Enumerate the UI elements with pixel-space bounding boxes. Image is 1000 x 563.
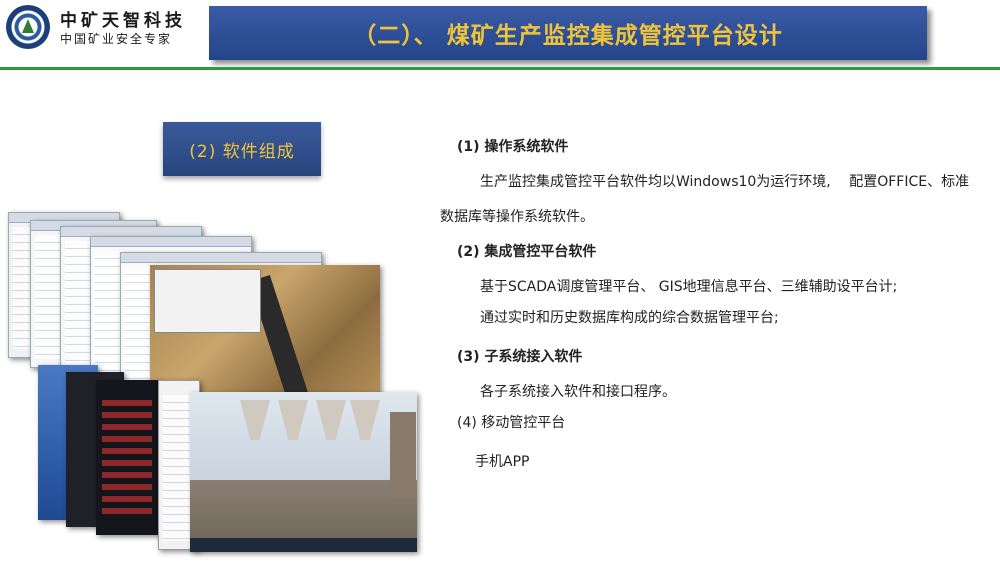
company-name: 中矿天智科技 [60, 11, 186, 31]
screenshot-3d-plant-view [190, 392, 417, 552]
slide-title: （二）、 煤矿生产监控集成管控平台设计 [353, 23, 783, 49]
item4-line1: 手机APP [475, 454, 530, 470]
company-logo [6, 5, 50, 49]
item2-line1: 基于SCADA调度管理平台、 GIS地理信息平台、三维辅助设平台计; [480, 279, 898, 295]
item1-line2: 数据库等操作系统软件。 [440, 209, 594, 225]
item3-heading: (3) 子系统接入软件 [457, 349, 583, 365]
item1-line1: 生产监控集成管控平台软件均以Windows10为运行环境, 配置OFFICE、标… [480, 174, 970, 190]
item2-line2: 通过实时和历史数据库构成的综合数据管理平台; [480, 310, 779, 326]
item3-line1: 各子系统接入软件和接口程序。 [480, 384, 676, 400]
section-label-box: (2) 软件组成 [163, 122, 321, 176]
header-divider [0, 67, 1000, 70]
item4-heading: (4) 移动管控平台 [457, 415, 566, 431]
item1-heading: (1) 操作系统软件 [457, 139, 569, 155]
company-slogan: 中国矿业安全专家 [60, 32, 173, 46]
section-label: (2) 软件组成 [189, 141, 295, 162]
item2-heading: (2) 集成管控平台软件 [457, 244, 597, 260]
title-banner: （二）、 煤矿生产监控集成管控平台设计 [209, 6, 927, 60]
screenshot-monitor-panel [96, 380, 162, 535]
